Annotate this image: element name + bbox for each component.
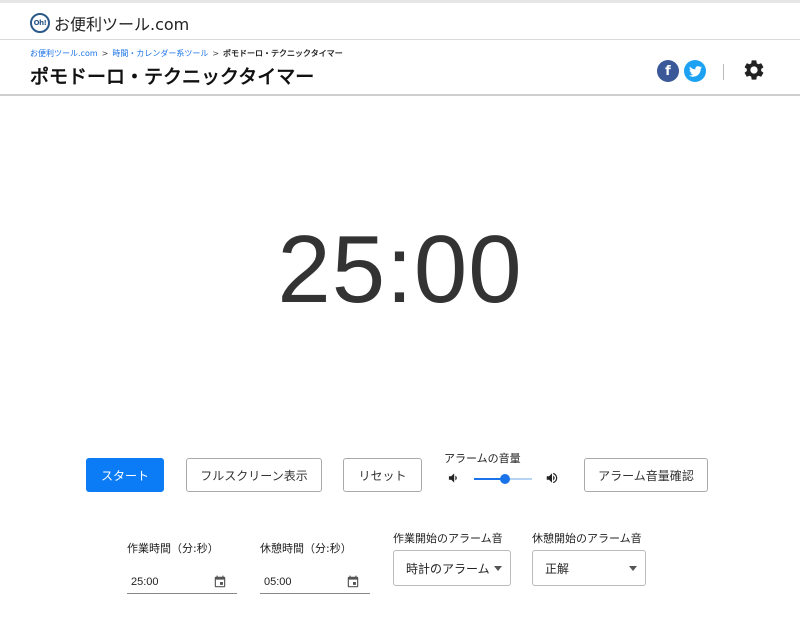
- break-alarm-value: 正解: [545, 561, 570, 576]
- volume-slider-thumb[interactable]: [500, 474, 511, 484]
- breadcrumb-link-home[interactable]: お便利ツール.com: [30, 48, 98, 59]
- work-alarm-select[interactable]: 時計のアラーム: [393, 550, 511, 586]
- twitter-share-icon[interactable]: [684, 60, 706, 82]
- breadcrumb-current: ポモドーロ・テクニックタイマー: [223, 49, 343, 58]
- work-time-field[interactable]: 25:00: [127, 570, 237, 594]
- breadcrumb-separator: >: [212, 49, 220, 58]
- site-logo[interactable]: Oh! お便利ツール.com: [30, 11, 189, 35]
- twitter-bird-icon: [688, 65, 702, 77]
- break-time-label: 休憩時間（分:秒）: [260, 542, 352, 555]
- breadcrumb: お便利ツール.com > 時間・カレンダー系ツール > ポモドーロ・テクニックタ…: [30, 48, 343, 59]
- calendar-icon[interactable]: [213, 575, 227, 589]
- settings-gear-icon[interactable]: [742, 58, 766, 82]
- calendar-icon[interactable]: [346, 575, 360, 589]
- work-alarm-value: 時計のアラーム: [406, 561, 490, 576]
- chevron-down-icon: [494, 565, 502, 571]
- page-title: ポモドーロ・テクニックタイマー: [30, 66, 315, 88]
- break-time-value: 05:00: [264, 575, 292, 588]
- logo-badge-icon: Oh!: [30, 13, 50, 33]
- timer-display: 25:00: [277, 216, 523, 323]
- header-divider: [723, 64, 724, 80]
- facebook-share-icon[interactable]: f: [657, 60, 679, 82]
- work-time-value: 25:00: [131, 575, 159, 588]
- work-alarm-label: 作業開始のアラーム音: [393, 532, 503, 545]
- volume-slider[interactable]: [474, 474, 532, 484]
- volume-up-icon[interactable]: [545, 471, 559, 485]
- start-button[interactable]: スタート: [86, 458, 164, 492]
- site-name: お便利ツール.com: [54, 15, 190, 34]
- volume-down-icon[interactable]: [446, 471, 460, 485]
- break-alarm-select[interactable]: 正解: [532, 550, 646, 586]
- chevron-down-icon: [629, 565, 637, 571]
- volume-label: アラームの音量: [444, 452, 521, 465]
- breadcrumb-separator: >: [101, 49, 109, 58]
- check-volume-button[interactable]: アラーム音量確認: [584, 458, 708, 492]
- fullscreen-button[interactable]: フルスクリーン表示: [186, 458, 322, 492]
- work-time-label: 作業時間（分:秒）: [127, 542, 219, 555]
- break-time-field[interactable]: 05:00: [260, 570, 370, 594]
- break-alarm-label: 休憩開始のアラーム音: [532, 532, 642, 545]
- top-bar: Oh! お便利ツール.com: [0, 0, 800, 40]
- breadcrumb-link-time-tools[interactable]: 時間・カレンダー系ツール: [112, 48, 208, 59]
- page-header: お便利ツール.com > 時間・カレンダー系ツール > ポモドーロ・テクニックタ…: [0, 40, 800, 96]
- reset-button[interactable]: リセット: [343, 458, 422, 492]
- social-share: f: [657, 60, 706, 82]
